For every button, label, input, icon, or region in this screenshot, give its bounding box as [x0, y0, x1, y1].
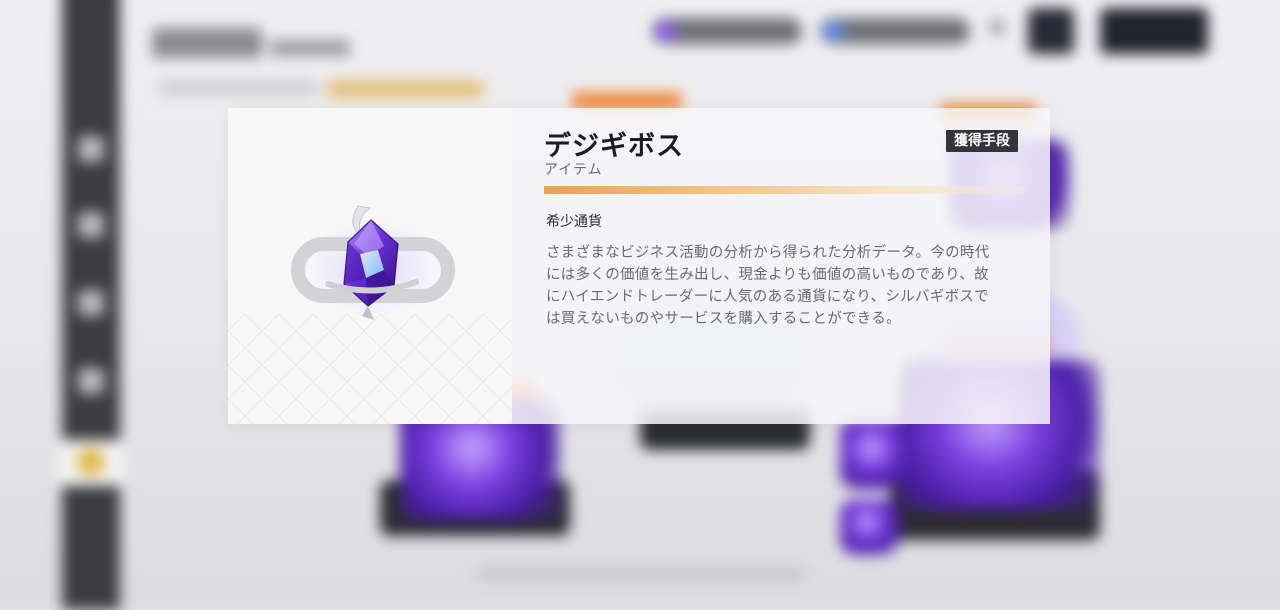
background-sidebar-icon	[78, 368, 104, 394]
background-page-subtitle	[270, 40, 350, 56]
background-action-button	[1100, 8, 1208, 54]
item-info-panel	[512, 108, 1050, 424]
background-scroll-handle	[477, 570, 807, 578]
background-currency-pill	[820, 18, 970, 44]
background-tab-active	[325, 80, 485, 98]
background-sidebar-icon	[78, 290, 104, 316]
item-detail-dialog	[228, 108, 1050, 424]
background-cube	[840, 420, 910, 490]
background-sidebar-icon	[78, 212, 104, 238]
item-image-panel	[228, 108, 512, 424]
acquisition-method-button[interactable]: 獲得手段	[946, 130, 1018, 152]
background-plus-icon	[990, 20, 1004, 34]
background-page-title	[152, 28, 262, 58]
diamond-pattern-decoration	[228, 314, 512, 424]
background-menu-button	[1028, 8, 1074, 54]
background-cube	[840, 500, 900, 555]
background-tab	[158, 80, 318, 96]
background-coin-icon	[77, 448, 105, 476]
purple-crystal-icon	[291, 205, 455, 320]
background-sidebar-icon	[78, 136, 104, 162]
background-currency-pill	[652, 18, 802, 44]
